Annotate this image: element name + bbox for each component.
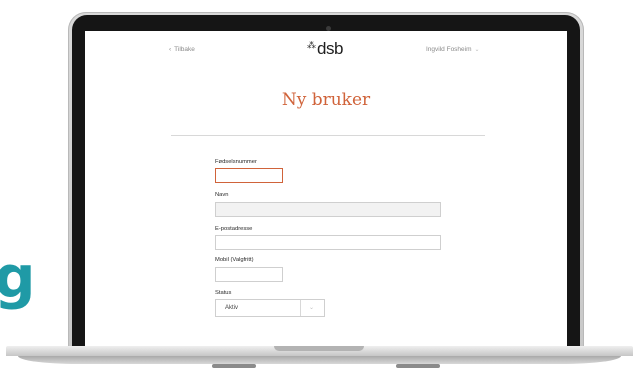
birth-number-field[interactable] — [215, 168, 283, 183]
base-notch — [274, 346, 364, 351]
mobile-label: Mobil (Valgfritt) — [215, 257, 254, 263]
top-bar: ‹ Tilbake ⁂ dsb Ingvild Fosheim ⌄ — [85, 31, 567, 71]
back-link-label: Tilbake — [174, 46, 195, 53]
mobile-field[interactable] — [215, 267, 283, 282]
user-menu[interactable]: Ingvild Fosheim ⌄ — [426, 46, 480, 53]
email-field[interactable] — [215, 235, 441, 250]
status-label: Status — [215, 290, 232, 296]
laptop-foot-right — [396, 364, 440, 368]
birth-number-label: Fødselsnummer — [215, 159, 257, 165]
title-divider — [171, 135, 485, 136]
name-label: Navn — [215, 192, 229, 198]
back-link[interactable]: ‹ Tilbake — [169, 46, 195, 53]
page-title: Ny bruker — [281, 90, 371, 110]
logo-text: dsb — [317, 39, 343, 58]
name-field[interactable] — [215, 202, 441, 217]
chevron-left-icon: ‹ — [169, 46, 172, 53]
dsb-logo[interactable]: ⁂ dsb — [307, 39, 343, 59]
dsb-asterisk-icon: ⁂ — [307, 40, 316, 50]
email-label: E-postadresse — [215, 226, 253, 232]
user-name: Ingvild Fosheim — [426, 46, 472, 53]
chevron-down-icon: ⌄ — [474, 47, 480, 53]
app-screen: ‹ Tilbake ⁂ dsb Ingvild Fosheim ⌄ Ny bru… — [85, 31, 567, 348]
background-logo-fragment: g — [0, 243, 36, 311]
select-separator — [300, 300, 301, 316]
status-selected-value: Aktiv — [225, 305, 239, 311]
base-bottom — [18, 356, 621, 364]
laptop-base — [0, 346, 639, 373]
status-select[interactable]: Aktiv ⌄ — [215, 299, 325, 317]
laptop-foot-left — [212, 364, 256, 368]
chevron-down-icon: ⌄ — [309, 305, 315, 311]
